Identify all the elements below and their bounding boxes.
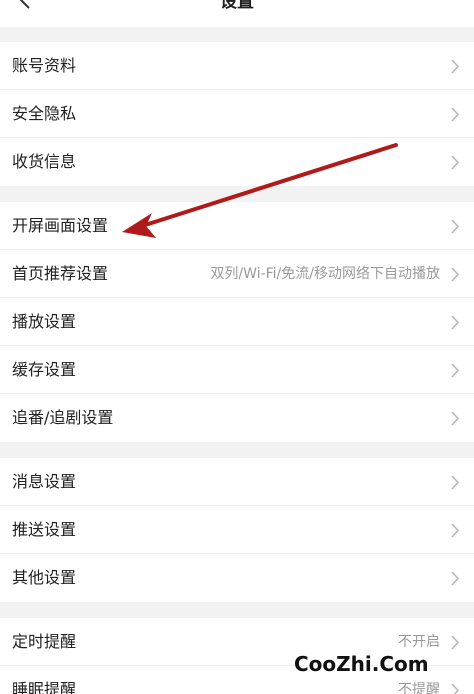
row-other-settings[interactable]: 其他设置	[0, 554, 474, 602]
chevron-right-icon	[451, 635, 460, 650]
chevron-right-icon	[451, 411, 460, 426]
row-push-settings[interactable]: 推送设置	[0, 506, 474, 554]
row-label: 消息设置	[12, 472, 77, 491]
settings-screen: 设置 账号资料 安全隐私 收货信息 开屏画面设置 首页推荐设置 双列/Wi-Fi…	[0, 0, 474, 694]
settings-group-account: 账号资料 安全隐私 收货信息	[0, 42, 474, 186]
row-label: 播放设置	[12, 312, 77, 331]
chevron-right-icon	[451, 315, 460, 330]
row-message-settings[interactable]: 消息设置	[0, 458, 474, 506]
chevron-right-icon	[451, 219, 460, 234]
row-label: 安全隐私	[12, 104, 77, 123]
row-follow-series-settings[interactable]: 追番/追剧设置	[0, 394, 474, 442]
top-bar: 设置	[0, 0, 474, 27]
row-label: 首页推荐设置	[12, 264, 109, 283]
chevron-right-icon	[451, 523, 460, 538]
chevron-right-icon	[451, 683, 460, 694]
page-title: 设置	[220, 0, 254, 12]
row-label: 定时提醒	[12, 632, 77, 651]
row-account-profile[interactable]: 账号资料	[0, 42, 474, 90]
watermark-text: CooZhi.Com	[294, 652, 429, 676]
row-label: 其他设置	[12, 568, 77, 587]
row-value: 双列/Wi-Fi/免流/移动网络下自动播放	[210, 266, 440, 282]
row-label: 缓存设置	[12, 360, 77, 379]
row-playback-settings[interactable]: 播放设置	[0, 298, 474, 346]
chevron-right-icon	[451, 571, 460, 586]
chevron-right-icon	[451, 59, 460, 74]
row-shipping-info[interactable]: 收货信息	[0, 138, 474, 186]
row-label: 推送设置	[12, 520, 77, 539]
row-label: 追番/追剧设置	[12, 408, 114, 427]
chevron-right-icon	[451, 267, 460, 282]
row-label: 开屏画面设置	[12, 216, 109, 235]
chevron-right-icon	[451, 363, 460, 378]
settings-group-notifications: 消息设置 推送设置 其他设置	[0, 458, 474, 602]
row-home-recommend-settings[interactable]: 首页推荐设置 双列/Wi-Fi/免流/移动网络下自动播放	[0, 250, 474, 298]
row-splash-screen-settings[interactable]: 开屏画面设置	[0, 202, 474, 250]
chevron-right-icon	[451, 155, 460, 170]
row-label: 睡眠提醒	[12, 680, 77, 694]
row-security-privacy[interactable]: 安全隐私	[0, 90, 474, 138]
row-label: 收货信息	[12, 152, 77, 171]
row-label: 账号资料	[12, 56, 77, 75]
chevron-right-icon	[451, 107, 460, 122]
chevron-right-icon	[451, 475, 460, 490]
row-cache-settings[interactable]: 缓存设置	[0, 346, 474, 394]
settings-group-playback: 开屏画面设置 首页推荐设置 双列/Wi-Fi/免流/移动网络下自动播放 播放设置…	[0, 202, 474, 442]
